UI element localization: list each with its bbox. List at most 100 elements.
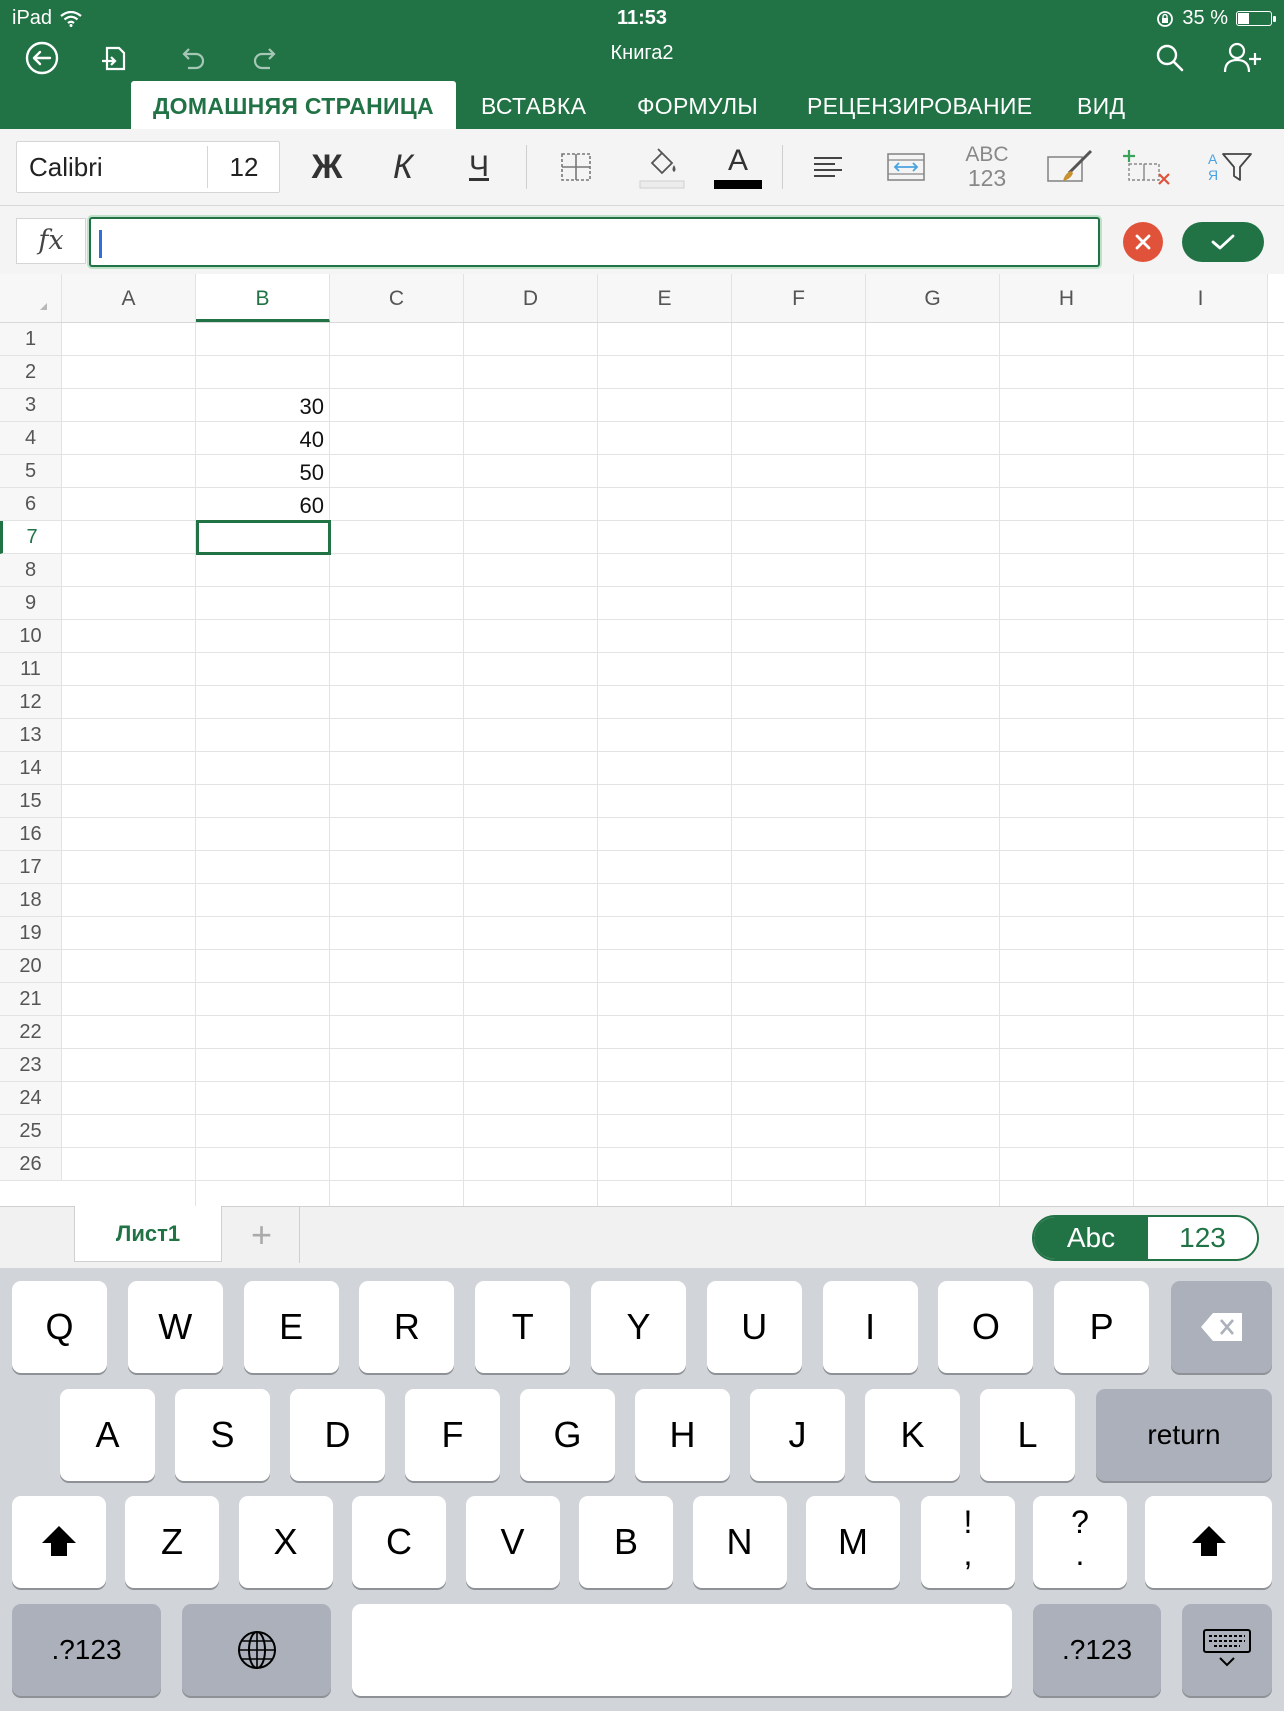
row-header-5[interactable]: 5 xyxy=(0,455,62,488)
column-header-a[interactable]: A xyxy=(62,274,196,322)
tab-home[interactable]: ДОМАШНЯЯ СТРАНИЦА xyxy=(131,81,456,129)
key-e[interactable]: E xyxy=(243,1281,339,1373)
row-header-10[interactable]: 10 xyxy=(0,620,62,653)
key-a[interactable]: A xyxy=(60,1389,155,1481)
key-b[interactable]: B xyxy=(579,1496,673,1588)
active-cell[interactable] xyxy=(196,520,331,555)
key-d[interactable]: D xyxy=(290,1389,385,1481)
row-header-8[interactable]: 8 xyxy=(0,554,62,587)
key-p[interactable]: P xyxy=(1054,1281,1150,1373)
search-icon[interactable] xyxy=(1150,38,1190,78)
numbers-key-right[interactable]: .?123 xyxy=(1033,1604,1161,1696)
borders-icon[interactable] xyxy=(548,139,604,195)
hide-keyboard-key[interactable] xyxy=(1182,1604,1272,1696)
key-w[interactable]: W xyxy=(127,1281,223,1373)
row-header-11[interactable]: 11 xyxy=(0,653,62,686)
globe-key[interactable] xyxy=(182,1604,331,1696)
italic-button[interactable]: К xyxy=(376,139,430,195)
confirm-edit-button[interactable] xyxy=(1182,222,1264,262)
column-header-d[interactable]: D xyxy=(464,274,598,322)
tab-insert[interactable]: ВСТАВКА xyxy=(481,81,586,129)
row-header-22[interactable]: 22 xyxy=(0,1016,62,1049)
question-period-key[interactable]: ? . xyxy=(1033,1496,1127,1588)
key-x[interactable]: X xyxy=(238,1496,333,1588)
key-y[interactable]: Y xyxy=(591,1281,686,1373)
insert-delete-cells-icon[interactable] xyxy=(1118,139,1178,195)
input-mode-toggle[interactable]: Abc 123 xyxy=(1032,1215,1259,1261)
tab-formulas[interactable]: ФОРМУЛЫ xyxy=(637,81,758,129)
tab-view[interactable]: ВИД xyxy=(1077,81,1125,129)
return-key[interactable]: return xyxy=(1096,1389,1272,1481)
cell-b3[interactable]: 30 xyxy=(196,389,324,422)
row-header-23[interactable]: 23 xyxy=(0,1049,62,1082)
fill-color-icon[interactable] xyxy=(632,139,692,195)
cancel-edit-button[interactable] xyxy=(1123,222,1163,262)
font-size-field[interactable]: 12 xyxy=(207,142,281,192)
row-header-2[interactable]: 2 xyxy=(0,356,62,389)
numeric-mode-button[interactable]: 123 xyxy=(1148,1217,1257,1259)
column-header-c[interactable]: C xyxy=(330,274,464,322)
shift-right-key[interactable] xyxy=(1145,1496,1272,1588)
number-format-button[interactable]: ABC 123 xyxy=(956,139,1018,195)
wrap-text-icon[interactable] xyxy=(878,139,934,195)
sort-filter-button[interactable]: А Я xyxy=(1198,139,1264,195)
row-header-17[interactable]: 17 xyxy=(0,851,62,884)
bold-button[interactable]: Ж xyxy=(300,139,354,195)
key-h[interactable]: H xyxy=(635,1389,730,1481)
row-header-6[interactable]: 6 xyxy=(0,488,62,521)
exclaim-comma-key[interactable]: ! , xyxy=(921,1496,1015,1588)
sheet-tab-1[interactable]: Лист1 xyxy=(74,1206,222,1262)
row-header-14[interactable]: 14 xyxy=(0,752,62,785)
key-o[interactable]: O xyxy=(938,1281,1034,1373)
tab-review[interactable]: РЕЦЕНЗИРОВАНИЕ xyxy=(807,81,1032,129)
font-color-button[interactable]: A xyxy=(710,139,766,195)
cell-b6[interactable]: 60 xyxy=(196,488,324,521)
row-header-15[interactable]: 15 xyxy=(0,785,62,818)
key-s[interactable]: S xyxy=(175,1389,270,1481)
key-k[interactable]: K xyxy=(865,1389,960,1481)
key-z[interactable]: Z xyxy=(125,1496,219,1588)
cell-b4[interactable]: 40 xyxy=(196,422,324,455)
row-header-4[interactable]: 4 xyxy=(0,422,62,455)
column-header-h[interactable]: H xyxy=(1000,274,1134,322)
row-header-13[interactable]: 13 xyxy=(0,719,62,752)
row-header-16[interactable]: 16 xyxy=(0,818,62,851)
key-u[interactable]: U xyxy=(706,1281,802,1373)
formula-input[interactable] xyxy=(89,217,1100,267)
row-header-9[interactable]: 9 xyxy=(0,587,62,620)
row-header-18[interactable]: 18 xyxy=(0,884,62,917)
numbers-key-left[interactable]: .?123 xyxy=(12,1604,161,1696)
key-i[interactable]: I xyxy=(822,1281,918,1373)
column-header-g[interactable]: G xyxy=(866,274,1000,322)
add-person-icon[interactable] xyxy=(1222,38,1266,78)
key-c[interactable]: C xyxy=(352,1496,446,1588)
key-q[interactable]: Q xyxy=(12,1281,107,1373)
key-f[interactable]: F xyxy=(405,1389,500,1481)
row-header-25[interactable]: 25 xyxy=(0,1115,62,1148)
align-left-icon[interactable] xyxy=(800,139,856,195)
key-g[interactable]: G xyxy=(520,1389,615,1481)
backspace-key[interactable] xyxy=(1171,1281,1272,1373)
column-header-b[interactable]: B xyxy=(196,274,330,322)
underline-button[interactable]: Ч xyxy=(452,139,506,195)
key-n[interactable]: N xyxy=(692,1496,787,1588)
row-header-20[interactable]: 20 xyxy=(0,950,62,983)
column-header-e[interactable]: E xyxy=(598,274,732,322)
column-header-f[interactable]: F xyxy=(732,274,866,322)
select-all-corner[interactable] xyxy=(0,274,62,322)
space-key[interactable] xyxy=(352,1604,1012,1696)
key-t[interactable]: T xyxy=(475,1281,571,1373)
cell-b5[interactable]: 50 xyxy=(196,455,324,488)
key-l[interactable]: L xyxy=(980,1389,1075,1481)
row-header-19[interactable]: 19 xyxy=(0,917,62,950)
cell-styles-icon[interactable] xyxy=(1040,139,1100,195)
column-header-i[interactable]: I xyxy=(1134,274,1268,322)
row-header-26[interactable]: 26 xyxy=(0,1148,62,1181)
fx-button[interactable]: fx xyxy=(16,218,86,264)
row-header-21[interactable]: 21 xyxy=(0,983,62,1016)
row-header-1[interactable]: 1 xyxy=(0,323,62,356)
key-m[interactable]: M xyxy=(806,1496,900,1588)
abc-mode-button[interactable]: Abc xyxy=(1034,1217,1148,1259)
row-header-3[interactable]: 3 xyxy=(0,389,62,422)
row-header-24[interactable]: 24 xyxy=(0,1082,62,1115)
